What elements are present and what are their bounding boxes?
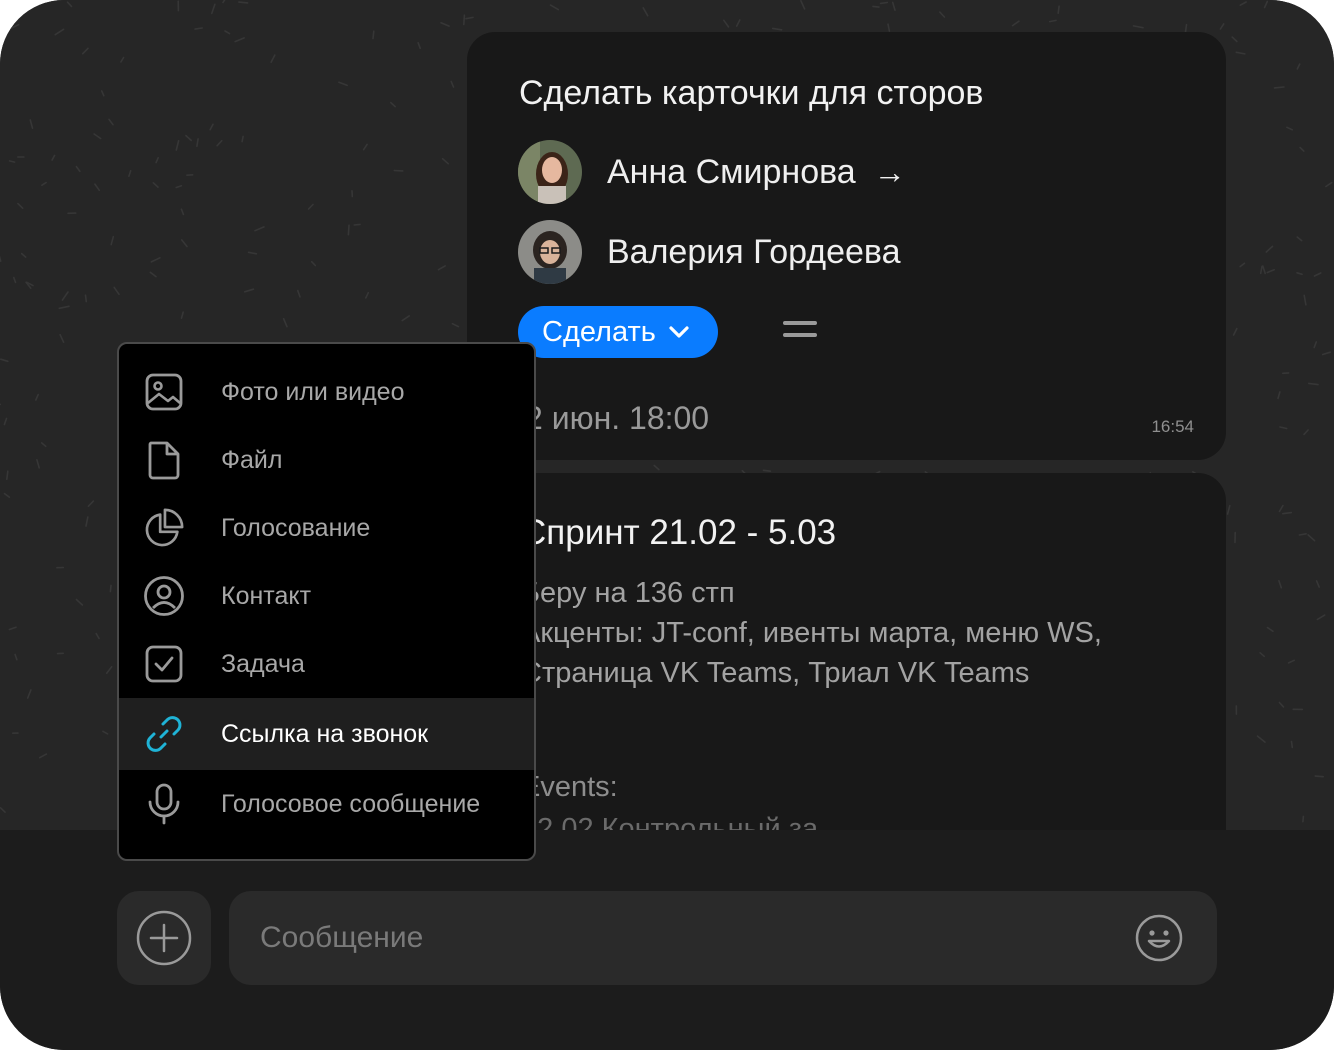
assignee-name: Анна Смирнова (607, 152, 856, 191)
menu-item-call-link[interactable]: Ссылка на звонок (119, 698, 534, 770)
assignee-row[interactable]: Валерия Гордеева (518, 220, 901, 284)
attach-button[interactable] (117, 891, 211, 985)
sprint-line: Беру на 136 стп (521, 577, 735, 609)
menu-item-label: Контакт (221, 581, 312, 610)
assignee-name: Валерия Гордеева (607, 232, 901, 271)
task-action-label: Сделать (542, 315, 656, 348)
task-title: Сделать карточки для сторов (519, 74, 984, 112)
arrow-right-icon: → (873, 153, 906, 190)
menu-item-task[interactable]: Задача (119, 630, 534, 698)
avatar (518, 220, 582, 284)
assignee-row[interactable]: Анна Смирнова → (518, 140, 906, 204)
menu-item-file[interactable]: Файл (119, 426, 534, 494)
call-link-icon (143, 713, 185, 755)
attach-menu: Фото или видео Файл Голосование Контакт … (117, 342, 536, 861)
menu-item-label: Файл (221, 445, 283, 474)
menu-item-label: Ссылка на звонок (221, 719, 429, 748)
contact-icon (143, 575, 185, 617)
menu-item-label: Задача (221, 649, 305, 678)
poll-icon (143, 507, 185, 549)
sprint-text: Беру на 136 стп Акценты: JT-conf, ивенты… (521, 573, 1102, 693)
plus-circle-icon (136, 910, 192, 966)
sprint-title: Спринт 21.02 - 5.03 (521, 513, 837, 552)
menu-item-contact[interactable]: Контакт (119, 562, 534, 630)
menu-item-label: Фото или видео (221, 377, 405, 406)
sprint-line: Акценты: JT-conf, ивенты марта, меню WS, (521, 617, 1102, 649)
menu-item-label: Голосовое сообщение (221, 789, 481, 818)
task-message-card[interactable]: Сделать карточки для сторов Анна Смирнов… (467, 32, 1226, 460)
microphone-icon (143, 783, 185, 825)
app-window: Сделать карточки для сторов Анна Смирнов… (0, 0, 1334, 1050)
chevron-down-icon (668, 325, 690, 339)
avatar (518, 140, 582, 204)
sprint-line: Страница VK Teams, Триал VK Teams (521, 657, 1030, 689)
image-icon (143, 371, 185, 413)
drag-handle-icon[interactable] (783, 318, 817, 340)
menu-item-label: Голосование (221, 513, 371, 542)
due-date: 2 июн. 18:00 (525, 400, 710, 436)
menu-item-poll[interactable]: Голосование (119, 494, 534, 562)
message-time: 16:54 (1151, 417, 1194, 436)
task-action-button[interactable]: Сделать (518, 306, 718, 358)
task-icon (143, 643, 185, 685)
message-input[interactable] (229, 891, 1217, 985)
menu-item-voice-message[interactable]: Голосовое сообщение (119, 770, 534, 838)
emoji-icon[interactable] (1135, 914, 1183, 962)
message-composer (0, 830, 1334, 1050)
file-icon (143, 439, 185, 481)
menu-item-photo-video[interactable]: Фото или видео (119, 358, 534, 426)
